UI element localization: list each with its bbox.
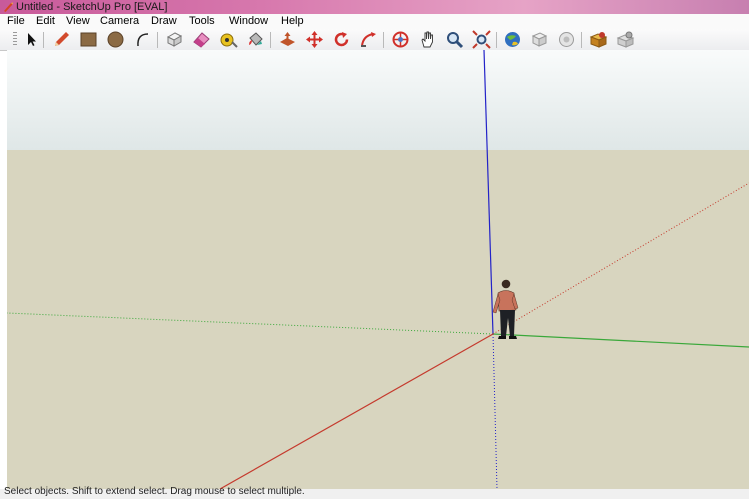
- globe-icon: [505, 32, 520, 47]
- toolbar-grip[interactable]: [13, 32, 17, 47]
- extension-warehouse-tool[interactable]: [589, 30, 608, 49]
- menu-window[interactable]: Window: [229, 14, 268, 29]
- drawing-viewport[interactable]: [7, 50, 749, 489]
- share-component-icon: [559, 32, 574, 47]
- eraser-icon: [193, 32, 210, 48]
- extension-box-icon: [589, 32, 608, 48]
- toolbar-separator: [581, 32, 582, 48]
- rectangle-icon: [80, 32, 97, 47]
- menu-edit[interactable]: Edit: [36, 14, 55, 29]
- paint-bucket-tool[interactable]: [246, 30, 265, 49]
- tape-measure-icon: [220, 33, 238, 48]
- line-tool[interactable]: [52, 30, 71, 49]
- toolbar-separator: [383, 32, 384, 48]
- menu-tools[interactable]: Tools: [189, 14, 215, 29]
- eraser-tool[interactable]: [192, 30, 211, 49]
- component-icon: [166, 32, 183, 47]
- sketchup-app-icon: [4, 2, 13, 12]
- arc-icon: [137, 33, 149, 47]
- menu-file[interactable]: File: [7, 14, 25, 29]
- arrow-cursor-icon: [28, 33, 36, 46]
- window-title: Untitled - SketchUp Pro [EVAL]: [16, 1, 168, 13]
- toolbar-separator: [270, 32, 271, 48]
- zoom-extents-icon: [472, 30, 491, 49]
- zoom-extents-tool[interactable]: [472, 30, 491, 49]
- status-text: Select objects. Shift to extend select. …: [4, 486, 305, 497]
- paint-bucket-icon: [249, 32, 263, 46]
- ground: [7, 150, 749, 489]
- share-model-tool[interactable]: [530, 30, 549, 49]
- get-models-tool[interactable]: [503, 30, 522, 49]
- follow-me-icon: [361, 32, 376, 47]
- toolbar-separator: [43, 32, 44, 48]
- sky: [7, 50, 749, 150]
- share-component-tool[interactable]: [557, 30, 576, 49]
- extension-gear-icon: [616, 31, 635, 48]
- toolbar-separator: [157, 32, 158, 48]
- hand-icon: [421, 31, 433, 48]
- share-model-icon: [531, 32, 548, 47]
- menu-bar: File Edit View Camera Draw Tools Window …: [0, 14, 749, 30]
- title-bar: Untitled - SketchUp Pro [EVAL]: [0, 0, 749, 14]
- circle-icon: [107, 31, 124, 48]
- rectangle-tool[interactable]: [79, 30, 98, 49]
- push-pull-icon: [280, 32, 295, 46]
- push-pull-tool[interactable]: [278, 30, 297, 49]
- menu-help[interactable]: Help: [281, 14, 304, 29]
- extension-manager-tool[interactable]: [616, 30, 635, 49]
- menu-view[interactable]: View: [66, 14, 90, 29]
- rotate-icon: [334, 32, 349, 47]
- toolbar-separator: [496, 32, 497, 48]
- orbit-tool[interactable]: [391, 30, 410, 49]
- follow-me-tool[interactable]: [359, 30, 378, 49]
- rotate-tool[interactable]: [332, 30, 351, 49]
- menu-draw[interactable]: Draw: [151, 14, 177, 29]
- arc-tool[interactable]: [133, 30, 152, 49]
- magnifier-icon: [447, 32, 464, 49]
- main-toolbar: [0, 29, 749, 51]
- move-tool[interactable]: [305, 30, 324, 49]
- select-tool[interactable]: [22, 30, 41, 49]
- zoom-tool[interactable]: [445, 30, 464, 49]
- status-bar: Select objects. Shift to extend select. …: [0, 486, 749, 499]
- circle-tool[interactable]: [106, 30, 125, 49]
- orbit-icon: [392, 31, 409, 48]
- pencil-icon: [55, 32, 69, 46]
- menu-camera[interactable]: Camera: [100, 14, 139, 29]
- pan-tool[interactable]: [418, 30, 437, 49]
- move-icon: [306, 31, 323, 48]
- make-component-tool[interactable]: [165, 30, 184, 49]
- tape-measure-tool[interactable]: [219, 30, 238, 49]
